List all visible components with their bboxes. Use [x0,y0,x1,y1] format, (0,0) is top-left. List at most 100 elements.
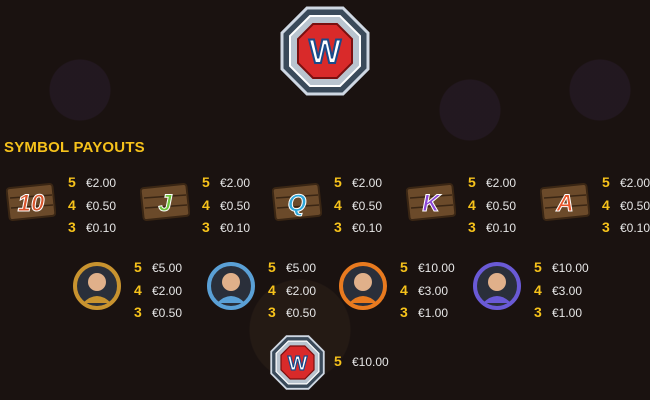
match-count: 3 [68,219,76,235]
payout-amount: €2.00 [286,283,317,298]
payout-row: 5 €10.00 [334,351,389,374]
match-count: 4 [468,196,476,213]
match-count: 3 [134,304,142,320]
payout-row: 4 €0.50 [468,195,516,218]
payout-amount: €2.00 [352,176,383,190]
payout-amount: €2.00 [486,176,517,190]
payout-table: 5 €5.00 4 €2.00 3 €0.50 [268,257,316,325]
match-count: 4 [334,196,342,213]
payout-row: 4 €3.00 [534,280,589,303]
match-count: 5 [400,259,408,275]
match-count: 3 [534,304,542,320]
payout-table: 5 €5.00 4 €2.00 3 €0.50 [134,257,182,325]
card-10-icon: 10 [5,176,57,226]
payout-row: 3 €0.10 [334,217,382,240]
payout-amount: €0.50 [352,198,383,213]
payout-row: 5 €2.00 [202,172,250,195]
match-count: 5 [134,259,142,275]
match-count: 5 [534,259,542,275]
svg-text:K: K [422,190,441,217]
match-count: 4 [534,281,542,298]
symbol-payouts-title: SYMBOL PAYOUTS [4,139,145,156]
payout-row: 3 €0.10 [68,217,116,240]
payout-table: 5 €10.00 [334,351,389,374]
match-count: 3 [468,219,476,235]
payout-amount: €0.10 [486,221,517,235]
payout-amount: €5.00 [286,261,317,275]
match-count: 5 [202,174,210,190]
card-k-icon: K [405,176,457,226]
match-count: 5 [334,353,342,369]
payout-amount: €10.00 [418,261,455,275]
payout-row: 3 €0.10 [602,217,650,240]
payout-amount: €0.10 [620,221,650,235]
payout-amount: €3.00 [552,283,583,298]
card-a-icon: A [539,176,591,226]
payout-row: 4 €0.50 [602,195,650,218]
match-count: 4 [68,196,76,213]
svg-text:W: W [288,352,308,375]
match-count: 5 [68,174,76,190]
payout-row: 4 €3.00 [400,280,455,303]
svg-text:A: A [555,190,573,217]
match-count: 5 [268,259,276,275]
payout-table: 5 €10.00 4 €3.00 3 €1.00 [400,257,455,325]
payout-amount: €10.00 [552,261,589,275]
wild-symbol-top: W [280,6,370,96]
payout-row: 5 €5.00 [134,257,182,280]
payout-row: 5 €10.00 [534,257,589,280]
payout-amount: €2.00 [152,283,183,298]
payout-amount: €0.50 [620,198,650,213]
payout-row: 5 €10.00 [400,257,455,280]
match-count: 3 [400,304,408,320]
blonde-fighter-icon [338,261,388,311]
payout-amount: €2.00 [220,176,251,190]
payout-row: 4 €0.50 [334,195,382,218]
payout-row: 5 €2.00 [468,172,516,195]
payout-row: 3 €1.00 [400,302,455,325]
payout-amount: €0.10 [86,221,117,235]
match-count: 3 [602,219,610,235]
match-count: 3 [268,304,276,320]
payout-row: 5 €2.00 [68,172,116,195]
payout-row: 5 €2.00 [334,172,382,195]
payout-row: 4 €2.00 [268,280,316,303]
payout-amount: €0.50 [486,198,517,213]
payout-table: 5 €2.00 4 €0.50 3 €0.10 [468,172,516,240]
payout-table: 5 €2.00 4 €0.50 3 €0.10 [202,172,250,240]
wild-w-icon: W [270,335,325,390]
card-q-icon: Q [271,176,323,226]
match-count: 5 [602,174,610,190]
payout-amount: €1.00 [418,306,449,320]
payout-row: 3 €0.10 [468,217,516,240]
payout-amount: €2.00 [86,176,117,190]
payout-amount: €0.10 [220,221,251,235]
payout-row: 3 €0.10 [202,217,250,240]
svg-text:W: W [309,33,342,71]
match-count: 4 [602,196,610,213]
payout-row: 5 €2.00 [602,172,650,195]
svg-text:Q: Q [288,190,307,217]
payout-table: 5 €10.00 4 €3.00 3 €1.00 [534,257,589,325]
svg-text:J: J [158,190,172,217]
payout-amount: €0.10 [352,221,383,235]
match-count: 5 [334,174,342,190]
bearded-fighter-icon [72,261,122,311]
match-count: 4 [268,281,276,298]
payout-row: 4 €0.50 [202,195,250,218]
payout-row: 4 €0.50 [68,195,116,218]
payout-row: 3 €1.00 [534,302,589,325]
svg-text:10: 10 [18,190,45,217]
match-count: 3 [202,219,210,235]
card-j-icon: J [139,176,191,226]
payout-row: 5 €5.00 [268,257,316,280]
payout-amount: €1.00 [552,306,583,320]
payout-amount: €0.50 [86,198,117,213]
payout-amount: €10.00 [352,355,389,369]
match-count: 4 [134,281,142,298]
match-count: 3 [334,219,342,235]
payout-row: 4 €2.00 [134,280,182,303]
wild-w-icon: W [280,6,370,96]
payout-table: 5 €2.00 4 €0.50 3 €0.10 [602,172,650,240]
payout-amount: €5.00 [152,261,183,275]
